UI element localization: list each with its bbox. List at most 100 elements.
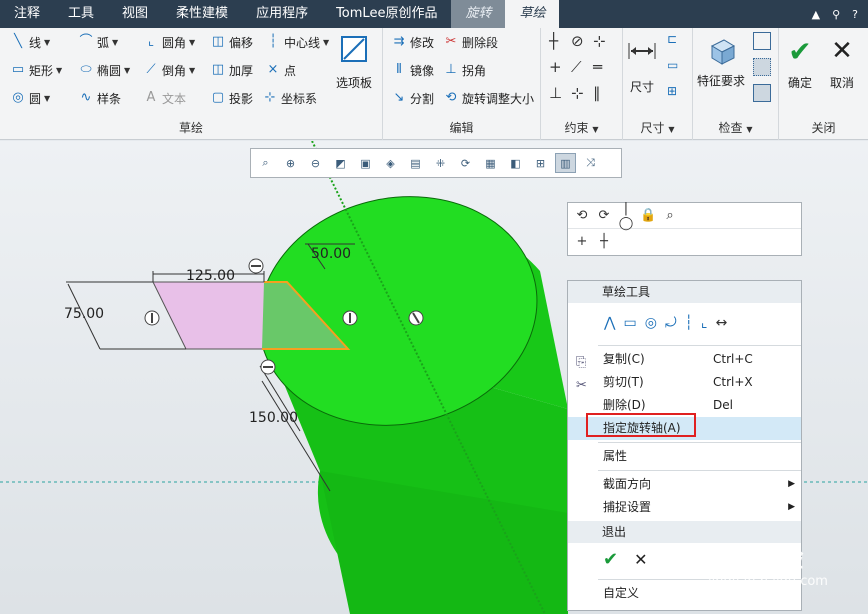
inspect-group-label[interactable]: 检查 ▼ <box>693 119 778 136</box>
datum-display-icon[interactable]: ⁜ <box>430 153 451 173</box>
fillet-label: 圆角 <box>162 35 187 50</box>
horizontal-constraint-icon[interactable]: + <box>549 58 571 76</box>
coincident-constraint-icon[interactable]: ⟋ <box>571 58 593 76</box>
arc-button[interactable]: ⌒ 弧 ▼ <box>78 32 118 52</box>
help-icon[interactable]: ? <box>852 8 858 21</box>
centerline-icon[interactable]: ┆ <box>685 315 693 331</box>
sketch-filter-icon[interactable]: ▥ <box>555 153 576 173</box>
divide-button[interactable]: ↘ 分割 <box>391 88 434 108</box>
parallel-constraint-icon[interactable]: ∥ <box>593 84 615 102</box>
dimension-button[interactable]: 尺寸 <box>627 36 657 95</box>
delete-segment-button[interactable]: ✂ 删除段 <box>443 32 498 52</box>
dimension-icon[interactable]: ↔ <box>716 315 728 331</box>
baseline-icon[interactable]: ⊏ <box>667 32 678 46</box>
tab-revolve[interactable]: 旋转 <box>451 0 506 28</box>
vertical-constraint-icon[interactable]: ┼ <box>549 32 571 50</box>
saved-orientations-icon[interactable]: ◈ <box>380 153 401 173</box>
reference-icon[interactable]: ▭ <box>667 58 678 72</box>
ellipse-button[interactable]: ⬭ 椭圆 ▼ <box>78 60 130 80</box>
sketcher-display-icon[interactable]: ⊞ <box>530 153 551 173</box>
dimension-group-label[interactable]: 尺寸 ▼ <box>623 119 692 136</box>
ref-dimension-icon[interactable]: ⊞ <box>667 84 678 98</box>
rectangle-icon[interactable]: ▭ <box>623 315 636 331</box>
menu-snap-settings[interactable]: 捕捉设置 ▶ <box>568 496 801 519</box>
undo-icon[interactable]: ⟲ <box>574 208 590 223</box>
sketch-view-icon[interactable]: ◧ <box>505 153 526 173</box>
project-button[interactable]: ▢ 投影 <box>210 88 253 108</box>
tangent-constraint-icon[interactable]: ⊘ <box>571 32 593 50</box>
line-button[interactable]: ╲ 线 ▼ <box>10 32 50 52</box>
palette-button[interactable]: 选项板 <box>336 34 372 91</box>
close-icon[interactable]: ✕ <box>634 543 647 577</box>
repaint-icon[interactable]: ◩ <box>330 153 351 173</box>
arc-icon[interactable]: ⤾ <box>665 315 677 331</box>
chevron-down-icon: ▼ <box>189 37 196 47</box>
circle-icon[interactable]: ◎ <box>645 315 657 331</box>
rotate-resize-button[interactable]: ⟲ 旋转调整大小 <box>443 88 534 108</box>
perpendicular-constraint-icon[interactable]: ⊥ <box>549 84 571 102</box>
menu-copy[interactable]: ⎘ 复制(C) Ctrl+C <box>568 348 801 371</box>
spin-center-icon[interactable]: ⟳ <box>455 153 476 173</box>
dimension-150[interactable]: 150.00 <box>249 410 298 426</box>
checkmark-icon[interactable]: ✔ <box>603 543 618 577</box>
corner-button[interactable]: ⊥ 拐角 <box>443 60 486 80</box>
dimension-50[interactable]: 50.00 <box>311 246 351 262</box>
chamfer-button[interactable]: ⟋ 倒角 ▼ <box>143 60 195 80</box>
modify-button[interactable]: ⇉ 修改 <box>391 32 434 52</box>
find-icon[interactable]: ⌕ <box>662 208 678 223</box>
feature-requirements-button[interactable]: 特征要求 <box>697 36 745 89</box>
center-point-icon[interactable]: ┼ <box>596 234 612 249</box>
offset-button[interactable]: ◫ 偏移 <box>210 32 253 52</box>
equal-constraint-icon[interactable]: ═ <box>593 58 615 76</box>
ellipse-label: 椭圆 <box>97 63 122 78</box>
rectangle-button[interactable]: ▭ 矩形 ▼ <box>10 60 62 80</box>
coordinate-system-button[interactable]: ⊹ 坐标系 <box>262 88 317 108</box>
circle-icon: ◎ <box>12 90 24 105</box>
zoom-in-icon[interactable]: ⊕ <box>280 153 301 173</box>
construction-icon[interactable]: + <box>574 234 590 249</box>
mirror-button[interactable]: ⫴ 镜像 <box>391 60 434 80</box>
lock-icon[interactable]: 🔒 <box>640 208 656 223</box>
tab-tomlee[interactable]: TomLee原创作品 <box>322 0 451 28</box>
menu-cut[interactable]: ✂ 剪切(T) Ctrl+X <box>568 371 801 394</box>
point-button[interactable]: × 点 <box>265 60 296 80</box>
dimension-75[interactable]: 75.00 <box>64 306 104 322</box>
cancel-button[interactable]: ✕ 取消 <box>827 36 857 91</box>
minimize-ribbon-icon[interactable]: ▲ <box>812 8 820 21</box>
redo-icon[interactable]: ⟳ <box>596 208 612 223</box>
centerline-icon: ┆ <box>269 34 277 49</box>
spline-button[interactable]: ∿ 样条 <box>78 88 121 108</box>
shade-closed-loops-icon[interactable] <box>753 84 771 102</box>
view-manager-icon[interactable]: ▤ <box>405 153 426 173</box>
fillet-icon[interactable]: ⌞ <box>701 315 708 331</box>
search-icon[interactable]: ⚲ <box>832 8 840 21</box>
tab-annotate[interactable]: 注释 <box>0 0 54 28</box>
menu-copy-label: 复制(C) <box>603 352 645 366</box>
tab-flexible-modeling[interactable]: 柔性建模 <box>162 0 242 28</box>
menu-properties[interactable]: 属性 <box>568 445 801 468</box>
circle-button[interactable]: ◎ 圆 ▼ <box>10 88 50 108</box>
thicken-button[interactable]: ◫ 加厚 <box>210 60 253 80</box>
dimension-125[interactable]: 125.00 <box>186 268 235 284</box>
tab-applications[interactable]: 应用程序 <box>242 0 322 28</box>
centerline-button[interactable]: ┆ 中心线 ▼ <box>265 32 329 52</box>
symmetric-constraint-icon[interactable]: ⊹ <box>571 84 593 102</box>
zoom-out-icon[interactable]: ⊖ <box>305 153 326 173</box>
fillet-button[interactable]: ⌞ 圆角 ▼ <box>143 32 195 52</box>
mirror-display-icon[interactable]: |◯ <box>618 201 634 231</box>
perspective-icon[interactable]: ⤨ <box>580 153 601 173</box>
display-style-icon[interactable]: ▣ <box>355 153 376 173</box>
tab-view[interactable]: 视图 <box>108 0 162 28</box>
ok-button[interactable]: ✔ 确定 <box>785 35 815 91</box>
constrain-group-label[interactable]: 约束 ▼ <box>541 119 622 136</box>
midpoint-constraint-icon[interactable]: ⊹ <box>593 32 615 50</box>
menu-section-orientation[interactable]: 截面方向 ▶ <box>568 473 801 496</box>
tab-tools[interactable]: 工具 <box>54 0 108 28</box>
annotation-display-icon[interactable]: ▦ <box>480 153 501 173</box>
highlight-open-ends-icon[interactable] <box>753 58 771 76</box>
refit-icon[interactable]: ⌕ <box>255 153 276 173</box>
overlap-icon[interactable] <box>753 32 771 50</box>
text-button[interactable]: A 文本 <box>143 88 186 108</box>
line-icon[interactable]: ⋀ <box>604 315 615 331</box>
tab-sketch[interactable]: 草绘 <box>505 0 560 28</box>
